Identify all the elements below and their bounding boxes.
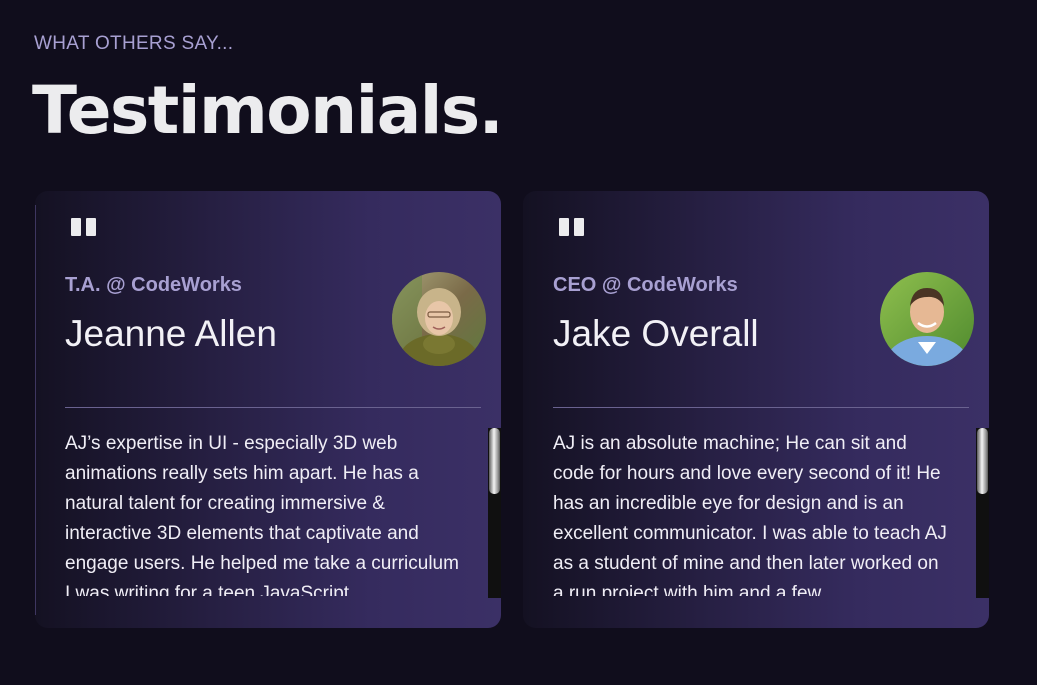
testimonial-name: Jake Overall <box>553 313 759 354</box>
scrollbar-thumb[interactable] <box>977 428 988 494</box>
avatar <box>392 272 486 366</box>
testimonials-section: WHAT OTHERS SAY... Testimonials. T.A. @ … <box>0 0 1037 685</box>
section-eyebrow: WHAT OTHERS SAY... <box>34 33 234 54</box>
quote-icon <box>559 218 587 236</box>
testimonial-quote[interactable]: AJ’s expertise in UI - especially 3D web… <box>65 429 460 596</box>
testimonial-quote[interactable]: AJ is an absolute machine; He can sit an… <box>553 429 948 596</box>
scrollbar-thumb[interactable] <box>489 428 500 494</box>
testimonial-role: CEO @ CodeWorks <box>553 274 738 296</box>
quote-scrollbar[interactable] <box>488 428 501 598</box>
person-photo-icon <box>392 272 486 366</box>
testimonial-card: CEO @ CodeWorks Jake Overall AJ is an ab… <box>523 191 989 628</box>
avatar <box>880 272 974 366</box>
card-divider <box>65 407 481 408</box>
quote-scrollbar[interactable] <box>976 428 989 598</box>
section-title: Testimonials. <box>32 72 504 149</box>
testimonial-card: T.A. @ CodeWorks Jeanne Allen AJ’s exper… <box>35 191 501 628</box>
testimonial-role: T.A. @ CodeWorks <box>65 274 242 296</box>
card-divider <box>553 407 969 408</box>
testimonial-name: Jeanne Allen <box>65 313 277 354</box>
quote-icon <box>71 218 99 236</box>
person-photo-icon <box>880 272 974 366</box>
